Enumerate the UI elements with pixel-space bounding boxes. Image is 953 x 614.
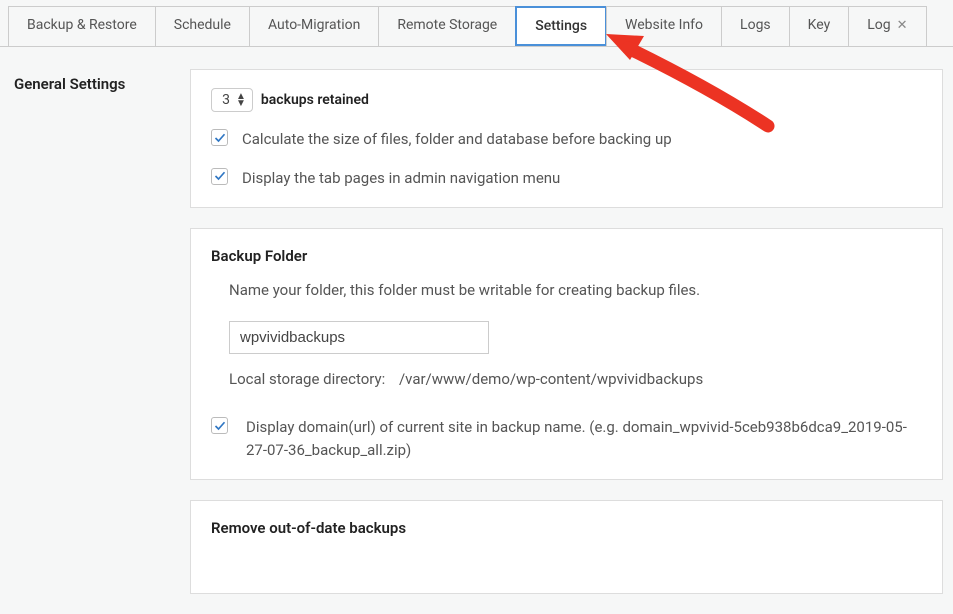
card-general: 3 ▲▼ backups retained Calculate the size…: [190, 69, 943, 208]
tab-remote-storage[interactable]: Remote Storage: [378, 6, 516, 46]
backup-folder-desc: Name your folder, this folder must be wr…: [211, 281, 922, 299]
card-backup-folder: Backup Folder Name your folder, this fol…: [190, 228, 943, 480]
close-icon[interactable]: ✕: [897, 18, 908, 33]
tab-website-info[interactable]: Website Info: [606, 6, 722, 46]
section-title-general: General Settings: [14, 69, 182, 93]
tab-bar: Backup & Restore Schedule Auto-Migration…: [0, 0, 953, 47]
settings-content: General Settings 3 ▲▼ backups retained C…: [0, 47, 953, 614]
check-icon: [214, 420, 226, 432]
backups-retained-label: backups retained: [261, 92, 369, 108]
label-display-tabs: Display the tab pages in admin navigatio…: [242, 167, 560, 190]
label-calculate-size: Calculate the size of files, folder and …: [242, 128, 672, 151]
label-display-domain: Display domain(url) of current site in b…: [246, 416, 922, 461]
tab-auto-migration[interactable]: Auto-Migration: [249, 6, 379, 46]
backups-retained-stepper[interactable]: 3 ▲▼: [211, 88, 253, 112]
check-icon: [214, 170, 226, 182]
tab-schedule[interactable]: Schedule: [155, 6, 250, 46]
checkbox-display-domain[interactable]: [211, 417, 228, 434]
tab-log2[interactable]: Log✕: [848, 6, 926, 46]
storage-dir-path: /var/www/demo/wp-content/wpvividbackups: [399, 370, 703, 388]
remove-old-title: Remove out-of-date backups: [211, 519, 922, 537]
tab-key[interactable]: Key: [789, 6, 850, 46]
storage-dir-label: Local storage directory:: [229, 370, 385, 388]
tab-logs[interactable]: Logs: [721, 6, 790, 46]
check-icon: [214, 132, 226, 144]
backups-retained-value: 3: [218, 92, 234, 108]
backup-folder-name-input[interactable]: [229, 321, 489, 354]
card-remove-old: Remove out-of-date backups: [190, 500, 943, 594]
backup-folder-title: Backup Folder: [211, 247, 922, 265]
checkbox-calculate-size[interactable]: [211, 129, 228, 146]
checkbox-display-tabs[interactable]: [211, 168, 228, 185]
tab-settings[interactable]: Settings: [515, 6, 607, 46]
stepper-arrows-icon[interactable]: ▲▼: [236, 93, 246, 107]
tab-backup-restore[interactable]: Backup & Restore: [8, 6, 156, 46]
